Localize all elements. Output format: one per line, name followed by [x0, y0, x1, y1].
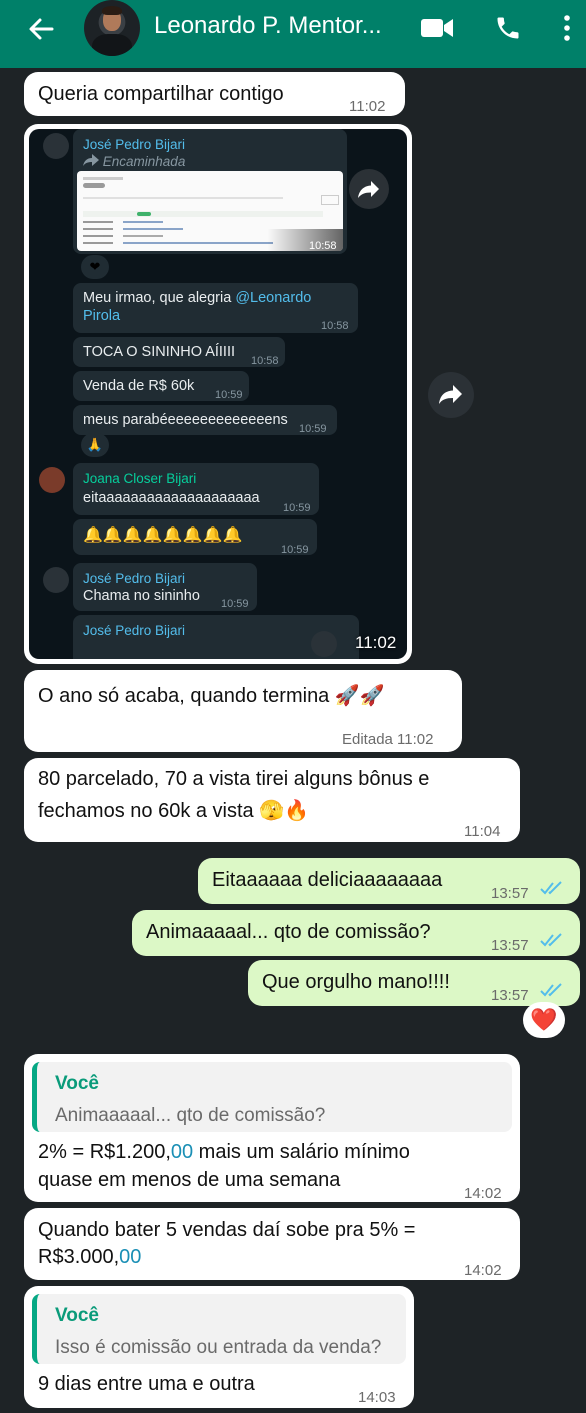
- quoted-message[interactable]: Você Animaaaaal... qto de comissão?: [32, 1062, 512, 1132]
- heart-reaction-icon[interactable]: ❤️: [523, 1002, 565, 1038]
- incoming-message[interactable]: 80 parcelado, 70 a vista tirei alguns bô…: [24, 758, 520, 842]
- pray-reaction-icon: 🙏: [81, 433, 109, 457]
- incoming-reply-message[interactable]: Você Animaaaaal... qto de comissão? 2% =…: [24, 1054, 520, 1202]
- message-time: 14:02: [464, 1185, 502, 1202]
- sender-avatar: [39, 467, 65, 493]
- quote-text: Animaaaaal... qto de comissão?: [55, 1105, 326, 1126]
- forward-icon: [439, 385, 462, 404]
- incoming-message[interactable]: Quando bater 5 vendas daí sobe pra 5% = …: [24, 1208, 520, 1280]
- inner-message: 🔔🔔🔔🔔🔔🔔🔔🔔 10:59: [73, 519, 317, 556]
- heart-reaction-icon: ❤: [81, 255, 109, 279]
- incoming-reply-message[interactable]: Você Isso é comissão ou entrada da venda…: [24, 1286, 414, 1408]
- message-time: 14:02: [464, 1262, 502, 1279]
- quoted-message[interactable]: Você Isso é comissão ou entrada da venda…: [32, 1294, 406, 1364]
- message-text: quase em menos de uma semana: [38, 1169, 341, 1191]
- message-text: 80 parcelado, 70 a vista tirei alguns bô…: [38, 768, 430, 790]
- incoming-message[interactable]: Queria compartilhar contigo 11:02: [24, 72, 405, 116]
- quote-text: Isso é comissão ou entrada da venda?: [55, 1337, 382, 1358]
- message-text: Que orgulho mano!!!!: [262, 971, 450, 993]
- inner-message: TOCA O SININHO AÍIIII 10:58: [73, 337, 285, 367]
- inner-message: meus parabéeeeeeeeeeeeeens 10:59: [73, 405, 337, 435]
- message-text: Queria compartilhar contigo: [38, 83, 284, 105]
- sender-avatar: [43, 133, 69, 159]
- inner-message: Joana Closer Bijari eitaaaaaaaaaaaaaaaaa…: [73, 463, 319, 515]
- chat-header: Leonardo P. Mentor...: [0, 0, 586, 68]
- incoming-message[interactable]: O ano só acaba, quando termina 🚀🚀 Editad…: [24, 670, 462, 752]
- message-text: O ano só acaba, quando termina 🚀🚀: [38, 685, 385, 707]
- forwarded-screenshot-image[interactable]: José Pedro Bijari Encaminhada 10:58 ❤ Me…: [24, 124, 412, 664]
- forward-icon: [358, 181, 379, 198]
- outgoing-message[interactable]: Eitaaaaaa deliciaaaaaaaa 13:57: [198, 858, 580, 904]
- message-time: 11:02: [349, 98, 386, 115]
- message-text: 9 dias entre uma e outra: [38, 1373, 255, 1395]
- image-time: 11:02: [355, 633, 397, 652]
- sender-avatar: [311, 631, 337, 657]
- message-time: 14:03: [358, 1389, 396, 1406]
- inner-message: José Pedro Bijari Chama no sininho 10:59: [73, 563, 257, 611]
- message-text: 2% = R$1.200,00 mais um salário mínimo: [38, 1141, 410, 1163]
- forwarded-label: Encaminhada: [102, 154, 186, 169]
- sender-avatar: [43, 567, 69, 593]
- message-time: 13:57: [491, 987, 529, 1004]
- message-text: Animaaaaal... qto de comissão?: [146, 921, 431, 943]
- double-check-icon: [540, 933, 562, 947]
- inner-message: Meu irmao, que alegria @Leonardo Pirola …: [73, 283, 358, 333]
- forward-button[interactable]: [349, 169, 389, 209]
- inner-message: Venda de R$ 60k 10:59: [73, 371, 249, 401]
- forward-button[interactable]: [428, 372, 474, 418]
- message-time: 13:57: [491, 885, 529, 902]
- forwarded-document-bubble: José Pedro Bijari Encaminhada 10:58: [73, 129, 347, 254]
- contact-avatar[interactable]: [84, 0, 140, 56]
- edited-status: Editada 11:02: [342, 731, 434, 748]
- message-text: Quando bater 5 vendas daí sobe pra 5% =: [38, 1219, 416, 1241]
- video-call-icon[interactable]: [420, 16, 454, 40]
- outgoing-message[interactable]: Animaaaaal... qto de comissão? 13:57: [132, 910, 580, 956]
- double-check-icon: [540, 983, 562, 997]
- message-text: Eitaaaaaa deliciaaaaaaaa: [212, 869, 443, 891]
- quote-author: Você: [55, 1305, 100, 1326]
- message-time: 11:04: [464, 823, 501, 840]
- document-time: 10:58: [309, 240, 337, 252]
- back-arrow-icon[interactable]: [26, 14, 56, 44]
- phone-icon[interactable]: [494, 14, 522, 42]
- forwarded-icon: [83, 154, 99, 166]
- screenshot-content: José Pedro Bijari Encaminhada 10:58 ❤ Me…: [29, 129, 407, 659]
- message-text: fechamos no 60k a vista 🫣🔥: [38, 800, 310, 822]
- more-options-icon[interactable]: [562, 14, 572, 42]
- contact-name[interactable]: Leonardo P. Mentor...: [154, 12, 382, 40]
- message-time: 13:57: [491, 937, 529, 954]
- outgoing-message[interactable]: Que orgulho mano!!!! 13:57: [248, 960, 580, 1006]
- quote-author: Você: [55, 1073, 100, 1094]
- double-check-icon: [540, 881, 562, 895]
- document-preview: [77, 171, 343, 251]
- message-text: R$3.000,00: [38, 1246, 142, 1268]
